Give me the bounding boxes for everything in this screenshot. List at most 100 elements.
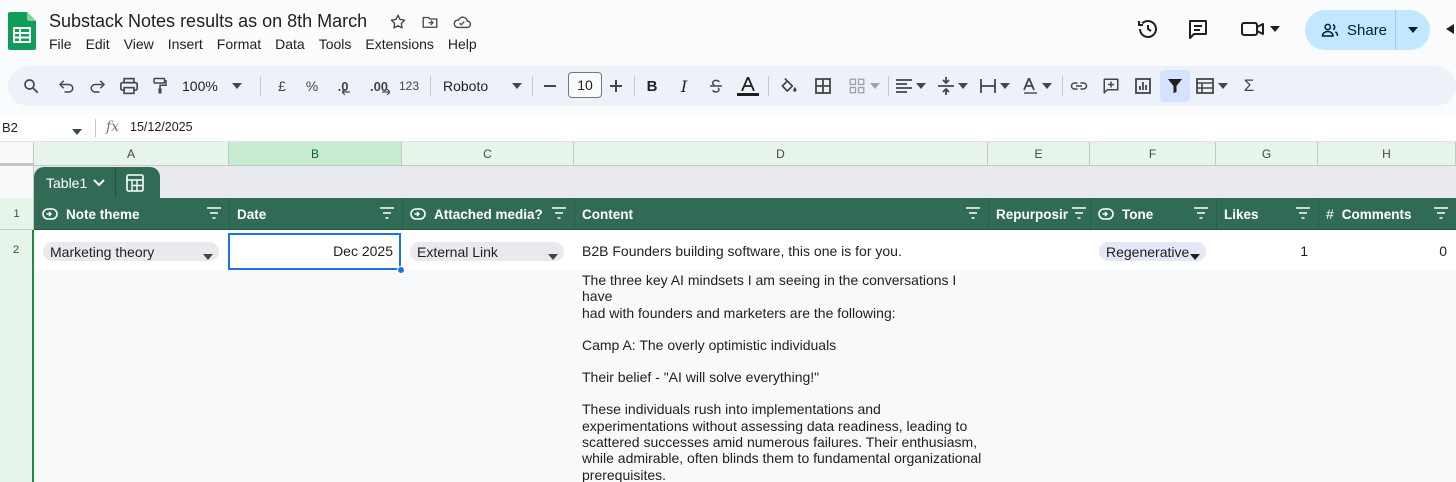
header-likes[interactable]: Likes xyxy=(1216,198,1318,230)
decrease-font-size-button[interactable] xyxy=(538,66,562,106)
fill-color-icon[interactable] xyxy=(774,66,804,106)
document-title[interactable]: Substack Notes results as on 8th March xyxy=(49,11,367,32)
note-theme-chip[interactable]: Marketing theory xyxy=(43,242,219,261)
row-header-2[interactable]: 2 xyxy=(0,230,34,270)
zoom-select[interactable]: 100% xyxy=(182,66,252,106)
column-header-c[interactable]: C xyxy=(402,142,574,166)
menu-view[interactable]: View xyxy=(117,36,161,52)
column-header-f[interactable]: F xyxy=(1090,142,1216,166)
meet-chevron-down-icon[interactable] xyxy=(1266,16,1284,42)
header-tone[interactable]: Tone xyxy=(1090,198,1216,230)
table-grouped-view-icon[interactable] xyxy=(126,173,145,192)
header-comments[interactable]: # Comments xyxy=(1318,198,1456,230)
zoom-value: 100% xyxy=(182,78,218,94)
column-header-a[interactable]: A xyxy=(34,142,229,166)
likes-cell[interactable]: 1 xyxy=(1216,243,1308,259)
column-header-b[interactable]: B xyxy=(229,142,402,166)
row-header-1[interactable]: 1 xyxy=(0,198,34,230)
column-filter-icon[interactable] xyxy=(1296,207,1310,219)
column-filter-icon[interactable] xyxy=(380,207,394,219)
select-all-corner[interactable] xyxy=(0,142,34,166)
undo-icon[interactable] xyxy=(52,66,80,106)
bold-button[interactable]: B xyxy=(638,66,666,106)
font-family-value: Roboto xyxy=(443,78,489,94)
column-filter-icon[interactable] xyxy=(1194,207,1208,219)
print-icon[interactable] xyxy=(114,66,144,106)
currency-format-button[interactable]: £ xyxy=(268,66,296,106)
font-family-select[interactable]: Roboto xyxy=(438,66,526,106)
move-folder-icon[interactable] xyxy=(420,12,440,32)
star-icon[interactable] xyxy=(388,12,408,32)
comments-icon[interactable] xyxy=(1185,16,1211,42)
column-filter-icon[interactable] xyxy=(1434,207,1448,219)
borders-icon[interactable] xyxy=(808,66,838,106)
formula-input[interactable]: 15/12/2025 xyxy=(130,120,193,134)
column-header-d[interactable]: D xyxy=(574,142,988,166)
name-box-chevron-down-icon[interactable] xyxy=(72,122,82,140)
insert-chart-icon[interactable] xyxy=(1128,66,1158,106)
strikethrough-button[interactable] xyxy=(702,66,730,106)
horizontal-align-icon[interactable] xyxy=(892,66,930,106)
increase-decimal-button[interactable]: .00 xyxy=(362,66,398,106)
column-header-e[interactable]: E xyxy=(988,142,1090,166)
text-color-button[interactable] xyxy=(734,66,762,106)
header-repurposing[interactable]: Repurposir xyxy=(988,198,1090,230)
column-header-g[interactable]: G xyxy=(1216,142,1318,166)
functions-sigma-icon[interactable]: Σ xyxy=(1234,66,1264,106)
formula-bar-divider xyxy=(95,119,96,137)
paint-format-icon[interactable] xyxy=(146,66,174,106)
table-name-tab[interactable]: Table1 xyxy=(34,167,160,198)
font-size-input[interactable]: 10 xyxy=(568,72,602,98)
cloud-saved-icon[interactable] xyxy=(452,12,472,32)
menu-tools[interactable]: Tools xyxy=(312,36,359,52)
share-options-chevron-icon[interactable] xyxy=(1396,10,1430,50)
column-filter-icon[interactable] xyxy=(552,207,566,219)
menu-insert[interactable]: Insert xyxy=(161,36,210,52)
percent-format-button[interactable]: % xyxy=(298,66,326,106)
side-panel-arrow-icon[interactable] xyxy=(1444,16,1456,42)
more-formats-button[interactable]: 123 xyxy=(394,66,424,106)
sheets-logo-icon[interactable] xyxy=(8,12,36,50)
table-view-icon[interactable] xyxy=(1192,66,1232,106)
column-filter-icon[interactable] xyxy=(1072,207,1086,219)
column-filter-icon[interactable] xyxy=(966,207,980,219)
text-wrapping-icon[interactable] xyxy=(976,66,1014,106)
menu-format[interactable]: Format xyxy=(210,36,268,52)
decrease-decimal-button[interactable]: .0 xyxy=(328,66,360,106)
vertical-align-icon[interactable] xyxy=(934,66,972,106)
table-menu-chevron-down-icon[interactable] xyxy=(93,178,105,187)
header-date[interactable]: Date xyxy=(229,198,402,230)
toolbar: 100% £ % .0 .00 123 Roboto 10 B I Σ xyxy=(8,66,1456,106)
merge-cells-icon[interactable] xyxy=(842,66,886,106)
menu-data[interactable]: Data xyxy=(268,36,312,52)
increase-font-size-button[interactable] xyxy=(604,66,628,106)
header-content[interactable]: Content xyxy=(574,198,988,230)
insert-link-icon[interactable] xyxy=(1064,66,1094,106)
italic-button[interactable]: I xyxy=(670,66,698,106)
insert-comment-icon[interactable] xyxy=(1096,66,1126,106)
header-attached-media[interactable]: Attached media? xyxy=(402,198,574,230)
column-filter-icon[interactable] xyxy=(207,207,221,219)
tone-chip[interactable]: Regenerative xyxy=(1099,242,1206,261)
header-note-theme[interactable]: Note theme xyxy=(34,198,229,230)
toolbar-divider xyxy=(888,76,889,96)
menu-edit[interactable]: Edit xyxy=(79,36,117,52)
menu-file[interactable]: File xyxy=(42,36,79,52)
redo-icon[interactable] xyxy=(84,66,112,106)
content-first-line[interactable]: B2B Founders building software, this one… xyxy=(582,243,982,259)
content-cell-body[interactable]: The three key AI mindsets I am seeing in… xyxy=(582,272,982,482)
name-box[interactable]: B2 xyxy=(2,120,18,135)
share-button[interactable]: Share xyxy=(1305,10,1396,50)
search-menus-icon[interactable] xyxy=(14,66,48,106)
meet-video-icon[interactable] xyxy=(1240,16,1266,42)
fill-handle[interactable] xyxy=(397,266,405,274)
toolbar-divider xyxy=(1062,76,1063,96)
version-history-icon[interactable] xyxy=(1135,16,1161,42)
text-rotation-icon[interactable] xyxy=(1018,66,1056,106)
filter-icon[interactable] xyxy=(1160,70,1190,102)
comments-cell[interactable]: 0 xyxy=(1318,243,1447,259)
menu-extensions[interactable]: Extensions xyxy=(358,36,440,52)
menu-help[interactable]: Help xyxy=(441,36,484,52)
column-header-h[interactable]: H xyxy=(1318,142,1456,166)
attached-media-chip[interactable]: External Link xyxy=(410,242,564,261)
